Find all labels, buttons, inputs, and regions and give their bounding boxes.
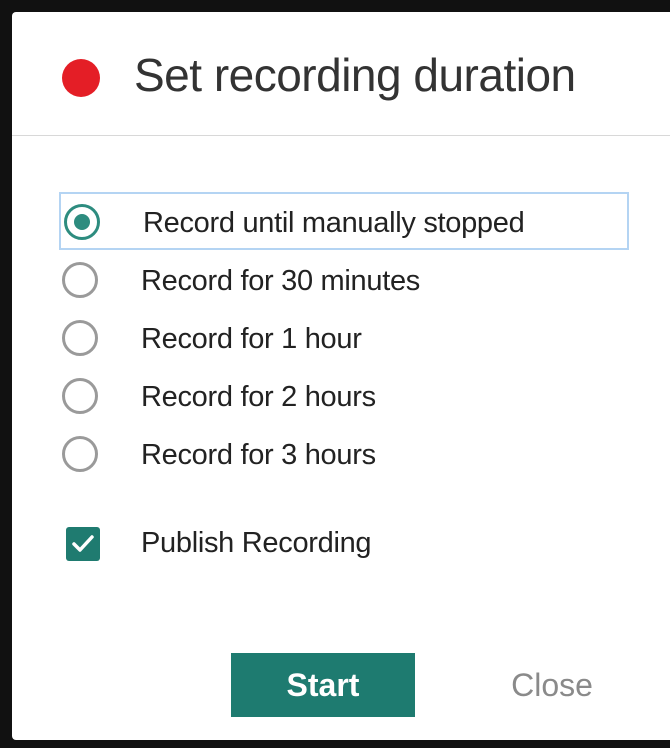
option-3-hours[interactable]: Record for 3 hours xyxy=(59,426,629,484)
close-button[interactable]: Close xyxy=(482,660,622,710)
option-label: Record for 3 hours xyxy=(141,439,376,471)
recording-duration-dialog: Set recording duration Record until manu… xyxy=(12,12,670,740)
checkmark-icon xyxy=(72,535,94,552)
radio-1-hour[interactable] xyxy=(62,320,98,356)
radio-30-minutes[interactable] xyxy=(62,262,98,298)
record-indicator-icon xyxy=(62,59,100,97)
radio-until-stopped[interactable] xyxy=(64,204,100,240)
option-30-minutes[interactable]: Record for 30 minutes xyxy=(59,252,629,310)
radio-2-hours[interactable] xyxy=(62,378,98,414)
option-label: Record for 1 hour xyxy=(141,323,362,355)
option-label: Record for 2 hours xyxy=(141,381,376,413)
radio-3-hours[interactable] xyxy=(62,436,98,472)
option-label: Record for 30 minutes xyxy=(141,265,420,297)
dialog-title: Set recording duration xyxy=(134,49,576,101)
option-until-stopped[interactable]: Record until manually stopped xyxy=(59,192,629,250)
publish-recording-label: Publish Recording xyxy=(141,527,372,559)
publish-recording-checkbox[interactable] xyxy=(66,527,100,561)
dialog-header: Set recording duration xyxy=(12,12,670,136)
option-label: Record until manually stopped xyxy=(143,207,525,239)
option-1-hour[interactable]: Record for 1 hour xyxy=(59,310,629,368)
publish-recording-row[interactable]: Publish Recording xyxy=(62,524,462,568)
option-2-hours[interactable]: Record for 2 hours xyxy=(59,368,629,426)
start-button[interactable]: Start xyxy=(231,653,415,717)
